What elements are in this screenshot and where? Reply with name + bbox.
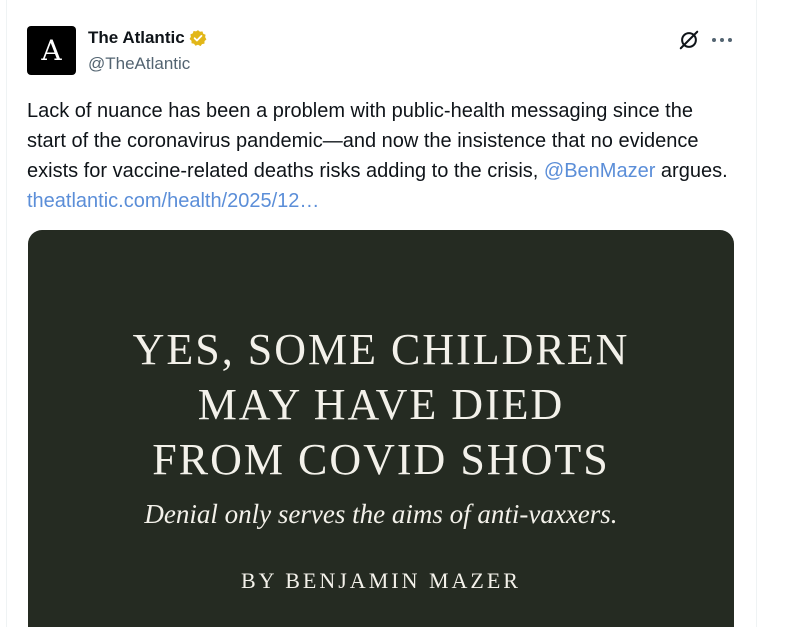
article-card-image[interactable]: YES, SOME CHILDREN MAY HAVE DIED FROM CO… <box>28 230 734 627</box>
headline-line: FROM COVID SHOTS <box>152 435 610 484</box>
tweet-card[interactable]: A The Atlantic @TheAtlantic Lack of nuan… <box>0 0 790 627</box>
author-display-name[interactable]: The Atlantic <box>88 28 185 48</box>
article-byline: BY BENJAMIN MAZER <box>241 568 521 593</box>
more-dot <box>712 38 716 42</box>
more-dot <box>720 38 724 42</box>
grok-icon[interactable] <box>678 29 700 51</box>
verified-badge-icon <box>189 30 207 47</box>
article-link[interactable]: theatlantic.com/health/2025/12… <box>27 190 319 212</box>
more-dot <box>728 38 732 42</box>
author-name-row[interactable]: The Atlantic <box>88 28 207 48</box>
mention-link[interactable]: @BenMazer <box>544 160 655 182</box>
avatar-logo-letter: A <box>41 33 62 67</box>
more-icon[interactable] <box>712 37 732 43</box>
headline-line: MAY HAVE DIED <box>197 380 565 429</box>
tweet-text: Lack of nuance has been a problem with p… <box>27 96 737 216</box>
headline-line: YES, SOME CHILDREN <box>132 325 630 374</box>
left-divider <box>6 0 7 627</box>
article-dek: Denial only serves the aims of anti-vaxx… <box>144 499 618 529</box>
right-divider <box>756 0 757 627</box>
author-handle[interactable]: @TheAtlantic <box>88 54 190 74</box>
article-headline: YES, SOME CHILDREN MAY HAVE DIED FROM CO… <box>28 322 734 487</box>
avatar[interactable]: A <box>27 26 76 75</box>
tweet-text-middle: argues. <box>655 160 728 182</box>
